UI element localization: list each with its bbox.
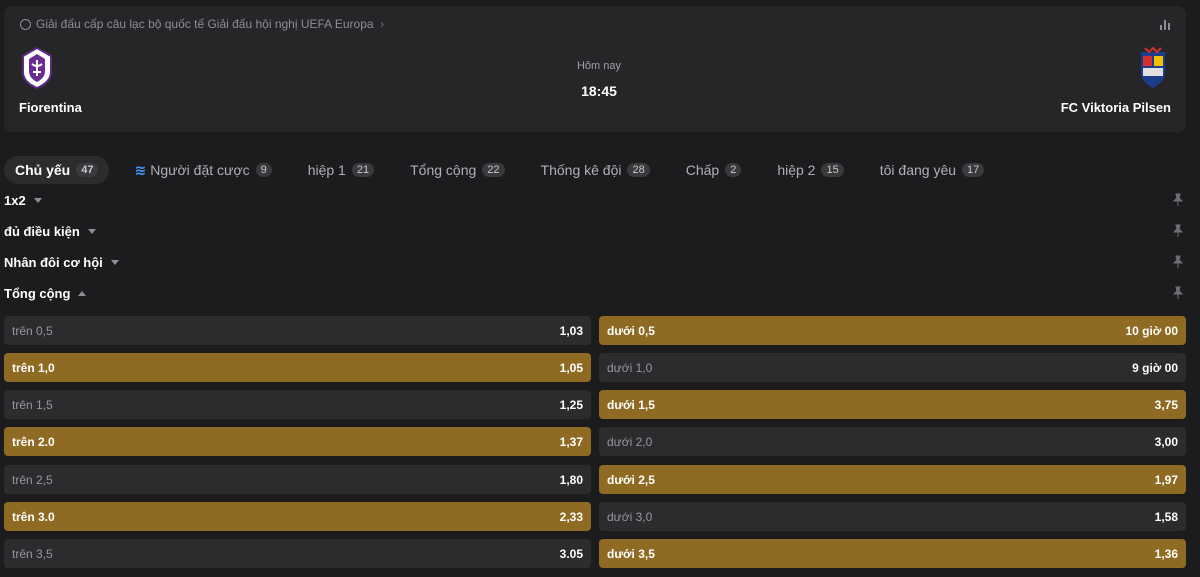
tab-main[interactable]: Chủ yếu 47 — [4, 156, 110, 184]
odds-label: trên 0,5 — [12, 323, 53, 338]
odds-value: 1,25 — [559, 397, 583, 412]
league-breadcrumb[interactable]: Giải đấu cấp câu lạc bộ quốc tế Giải đấu… — [20, 17, 384, 31]
odds-value: 1,58 — [1154, 509, 1178, 524]
section-title: 1x2 — [4, 192, 26, 208]
caret-down-icon — [87, 228, 96, 234]
tab-label: hiệp 1 — [307, 162, 346, 178]
match-date: Hôm nay — [576, 60, 622, 72]
odds-under-button[interactable]: dưới 1,0 9 giờ 00 — [599, 353, 1186, 382]
odds-under-button[interactable]: dưới 2,5 1,97 — [599, 465, 1186, 494]
league-name[interactable]: Giải đấu cấp câu lạc bộ quốc tế Giải đấu… — [36, 17, 374, 31]
tab-count-badge: 2 — [725, 163, 742, 177]
market-tabs: Chủ yếu 47 ≋ Người đặt cược 9 hiệp 1 21 … — [4, 156, 1009, 184]
odds-label: trên 1,0 — [12, 360, 55, 375]
pin-icon[interactable] — [1172, 255, 1184, 269]
home-team-name: Fiorentina — [19, 100, 82, 115]
odds-value: 3,75 — [1154, 397, 1178, 412]
odds-value: 10 giờ 00 — [1125, 323, 1178, 338]
fiorentina-crest-icon — [22, 46, 52, 90]
soccer-ball-icon — [20, 18, 31, 30]
tab-totals[interactable]: Tổng cộng 22 — [399, 156, 515, 184]
odds-label: trên 2,5 — [12, 472, 53, 487]
odds-label: dưới 2,5 — [607, 472, 655, 487]
tab-bet-builder[interactable]: ≋ Người đặt cược 9 — [123, 156, 282, 184]
odds-label: trên 3.0 — [12, 509, 55, 524]
tab-label: Người đặt cược — [150, 162, 250, 178]
viktoria-plzen-crest-icon — [1141, 46, 1165, 88]
odds-label: dưới 1,5 — [607, 397, 655, 412]
odds-label: dưới 2,0 — [607, 434, 653, 449]
odds-label: dưới 3,5 — [607, 546, 655, 561]
odds-value: 1,37 — [559, 434, 583, 449]
caret-down-icon — [33, 197, 42, 203]
tab-favorites[interactable]: tôi đang yêu 17 — [869, 156, 996, 184]
tab-count-badge: 47 — [76, 163, 99, 177]
tab-label: hiệp 2 — [777, 162, 816, 178]
odds-label: trên 2.0 — [12, 434, 55, 449]
odds-under-button[interactable]: dưới 3,5 1,36 — [599, 539, 1186, 568]
odds-under-button[interactable]: dưới 1,5 3,75 — [599, 390, 1186, 419]
odds-over-button[interactable]: trên 1,0 1,05 — [4, 353, 591, 382]
odds-label: trên 1,5 — [12, 397, 53, 412]
tab-first-half[interactable]: hiệp 1 21 — [297, 156, 385, 184]
odds-value: 1,03 — [559, 323, 583, 338]
odds-label: trên 3,5 — [12, 546, 53, 561]
tab-count-badge: 15 — [821, 163, 844, 177]
home-team[interactable]: Fiorentina — [19, 46, 139, 115]
market-section-totals[interactable]: Tổng cộng — [4, 282, 1186, 304]
tab-count-badge: 22 — [482, 163, 505, 177]
tab-second-half[interactable]: hiệp 2 15 — [766, 156, 854, 184]
tab-count-badge: 28 — [627, 163, 650, 177]
odds-value: 1,05 — [559, 360, 583, 375]
tab-handicap[interactable]: Chấp 2 — [675, 156, 753, 184]
odds-value: 9 giờ 00 — [1132, 360, 1178, 375]
away-team[interactable]: FC Viktoria Pilsen — [1031, 46, 1171, 115]
tab-count-badge: 9 — [255, 163, 272, 177]
pin-icon[interactable] — [1172, 286, 1184, 300]
market-section-double-chance[interactable]: Nhân đôi cơ hội — [4, 251, 1186, 273]
market-section-1x2[interactable]: 1x2 — [4, 189, 1186, 211]
kickoff-time: 18:45 — [581, 83, 617, 99]
tab-label: Tổng cộng — [410, 162, 477, 178]
odds-under-button[interactable]: dưới 3,0 1,58 — [599, 502, 1186, 531]
odds-over-button[interactable]: trên 3.0 2,33 — [4, 502, 591, 531]
away-team-name: FC Viktoria Pilsen — [1060, 100, 1171, 115]
odds-under-button[interactable]: dưới 0,5 10 giờ 00 — [599, 316, 1186, 345]
odds-over-button[interactable]: trên 3,5 3.05 — [4, 539, 591, 568]
market-section-qualify[interactable]: đủ điều kiện — [4, 220, 1186, 242]
stats-bars-icon[interactable] — [1160, 18, 1172, 30]
pin-icon[interactable] — [1172, 193, 1184, 207]
tab-label: Chủ yếu — [15, 162, 71, 178]
odds-value: 2,33 — [559, 509, 583, 524]
odds-over-button[interactable]: trên 2.0 1,37 — [4, 427, 591, 456]
chevron-right-icon: › — [380, 18, 384, 30]
odds-over-button[interactable]: trên 0,5 1,03 — [4, 316, 591, 345]
odds-label: dưới 1,0 — [607, 360, 653, 375]
odds-over-button[interactable]: trên 2,5 1,80 — [4, 465, 591, 494]
odds-label: dưới 0,5 — [607, 323, 655, 338]
odds-value: 1,36 — [1154, 546, 1178, 561]
tab-label: tôi đang yêu — [879, 162, 957, 178]
tab-label: Chấp — [685, 162, 720, 178]
odds-under-button[interactable]: dưới 2,0 3,00 — [599, 427, 1186, 456]
section-title: Tổng cộng — [4, 285, 71, 301]
caret-up-icon — [78, 290, 87, 296]
section-title: đủ điều kiện — [4, 223, 80, 239]
odds-value: 1,97 — [1154, 472, 1178, 487]
odds-value: 3,00 — [1154, 434, 1178, 449]
tab-team-stats[interactable]: Thống kê đội 28 — [530, 156, 661, 184]
tab-label: Thống kê đội — [540, 162, 622, 178]
odds-value: 3.05 — [559, 546, 583, 561]
odds-label: dưới 3,0 — [607, 509, 653, 524]
caret-down-icon — [110, 259, 119, 265]
bolt-icon: ≋ — [134, 161, 147, 178]
tab-count-badge: 17 — [962, 163, 985, 177]
match-header: Giải đấu cấp câu lạc bộ quốc tế Giải đấu… — [4, 6, 1186, 132]
section-title: Nhân đôi cơ hội — [4, 254, 103, 270]
pin-icon[interactable] — [1172, 224, 1184, 238]
odds-over-button[interactable]: trên 1,5 1,25 — [4, 390, 591, 419]
odds-value: 1,80 — [559, 472, 583, 487]
tab-count-badge: 21 — [351, 163, 375, 177]
